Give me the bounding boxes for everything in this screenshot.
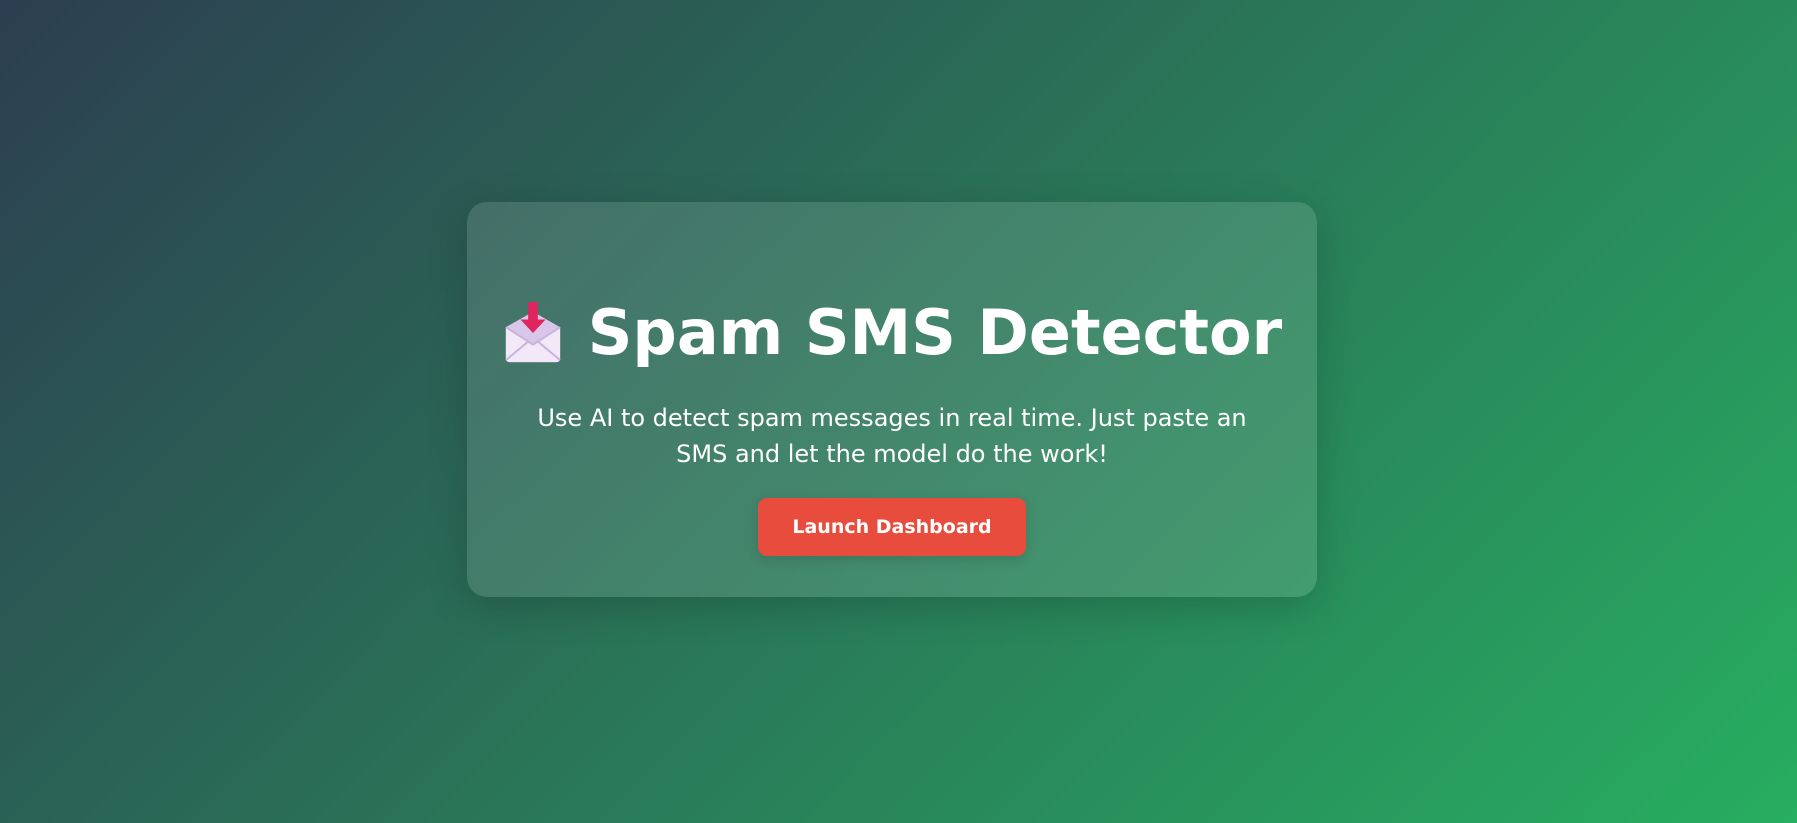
hero-card: Spam SMS Detector Use AI to detect spam … xyxy=(467,202,1317,597)
launch-dashboard-button[interactable]: Launch Dashboard xyxy=(758,498,1026,556)
title-row: Spam SMS Detector xyxy=(502,302,1282,364)
hero-description: Use AI to detect spam messages in real t… xyxy=(537,404,1247,468)
envelope-with-arrow-icon xyxy=(505,302,561,363)
page-title: Spam SMS Detector xyxy=(587,296,1283,369)
